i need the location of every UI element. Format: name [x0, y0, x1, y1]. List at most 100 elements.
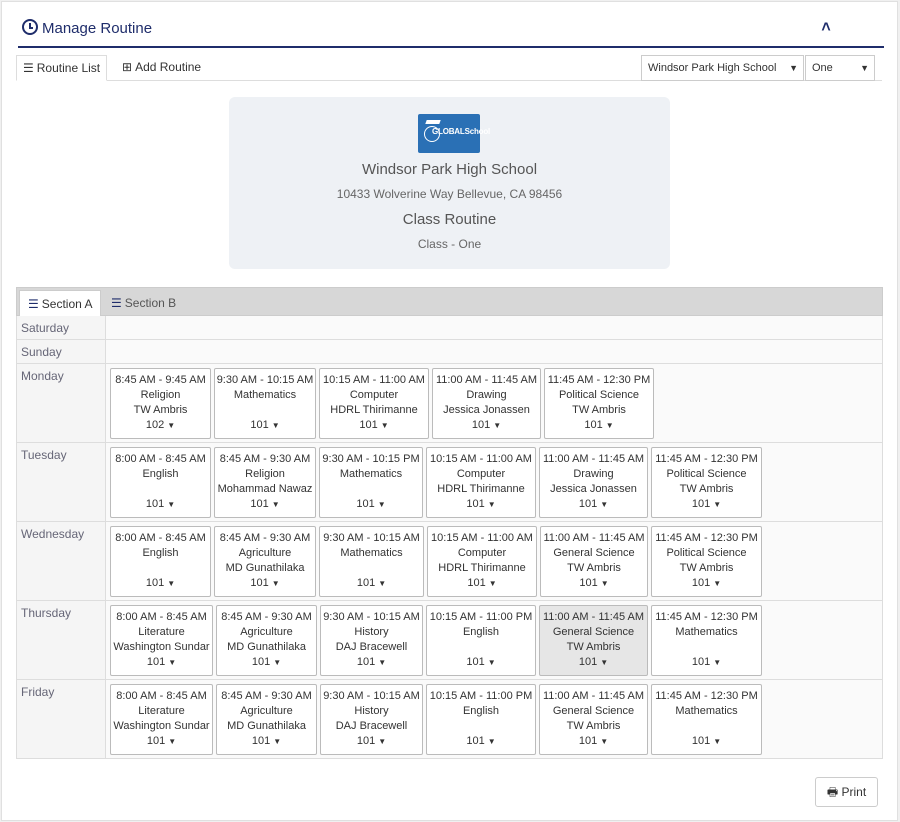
slot-room-dropdown[interactable]: 101 ▼: [540, 655, 647, 670]
tab-section-b[interactable]: ☰ Section B: [103, 290, 184, 316]
slot-room-dropdown[interactable]: 101 ▼: [427, 497, 535, 512]
routine-slot[interactable]: 8:00 AM - 8:45 AM Literature Washington Su…: [110, 605, 213, 676]
day-label: Wednesday: [17, 522, 106, 600]
routine-slot[interactable]: 8:45 AM - 9:30 AM Agriculture MD Gunathila…: [214, 526, 316, 597]
routine-slot[interactable]: 11:45 AM - 12:30 PM Mathematics 101 ▼: [651, 684, 762, 755]
slot-subject: Religion: [140, 389, 181, 401]
slot-room-dropdown[interactable]: 101 ▼: [321, 734, 422, 749]
slot-room-dropdown[interactable]: 101 ▼: [320, 576, 423, 591]
routine-slot[interactable]: 10:15 AM - 11:00 AM Computer HDRL Thiriman…: [426, 447, 536, 518]
routine-slot[interactable]: 9:30 AM - 10:15 AM Mathematics 101 ▼: [319, 526, 424, 597]
routine-slot[interactable]: 11:00 AM - 11:45 AM General Science TW Amb…: [539, 605, 648, 676]
slot-room-dropdown[interactable]: 101 ▼: [320, 497, 422, 512]
slot-room-dropdown[interactable]: 101 ▼: [433, 418, 540, 433]
routine-slot[interactable]: 8:45 AM - 9:30 AM Religion Mohammad Nawaz 1…: [214, 447, 316, 518]
slot-subject: History: [354, 705, 389, 717]
slot-subject: Mathematics: [675, 705, 738, 717]
routine-slot[interactable]: 11:45 AM - 12:30 PM Political Science TW A…: [651, 447, 762, 518]
routine-slot[interactable]: 8:45 AM - 9:45 AM Religion TW Ambris 102 ▼: [110, 368, 211, 439]
slot-room-dropdown[interactable]: 101 ▼: [652, 734, 761, 749]
slot-room-dropdown[interactable]: 101 ▼: [541, 576, 647, 591]
slot-room-dropdown[interactable]: 101 ▼: [111, 734, 212, 749]
slot-subject: Literature: [138, 705, 185, 717]
print-button[interactable]: 🖶 Print: [815, 777, 878, 807]
school-select-value: Windsor Park High School: [648, 62, 777, 74]
routine-slot[interactable]: 10:15 AM - 11:00 AM Computer HDRL Thiriman…: [319, 368, 429, 439]
slot-room-dropdown[interactable]: 101 ▼: [217, 655, 316, 670]
logo-text: GLOBALSchool: [432, 127, 491, 136]
slot-room: 101: [251, 735, 271, 747]
class-select[interactable]: One ▼: [805, 55, 875, 81]
slot-room-dropdown[interactable]: 101 ▼: [217, 734, 316, 749]
slot-room-dropdown[interactable]: 101 ▼: [215, 418, 315, 433]
slot-subject: Mathematics: [675, 626, 738, 638]
slot-room-dropdown[interactable]: 101 ▼: [111, 576, 210, 591]
routine-slot[interactable]: 11:45 AM - 12:30 PM Political Science TW A…: [651, 526, 762, 597]
slot-room-dropdown[interactable]: 101 ▼: [652, 497, 761, 512]
caret-down-icon: ▼: [600, 658, 609, 667]
slot-teacher: HDRL Thirimanne: [437, 483, 525, 495]
slot-time: 8:00 AM - 8:45 AM: [116, 690, 207, 702]
school-select[interactable]: Windsor Park High School ▼: [641, 55, 804, 81]
routine-slot[interactable]: 8:45 AM - 9:30 AM Agriculture MD Gunathila…: [216, 605, 317, 676]
school-address: 10433 Wolverine Way Bellevue, CA 98456: [336, 187, 563, 201]
slot-time: 11:00 AM - 11:45 AM: [542, 611, 645, 623]
routine-slot[interactable]: 8:00 AM - 8:45 AM English 101 ▼: [110, 447, 211, 518]
routine-slot[interactable]: 8:00 AM - 8:45 AM English 101 ▼: [110, 526, 211, 597]
routine-slot[interactable]: 11:45 AM - 12:30 PM Political Science TW A…: [544, 368, 654, 439]
slot-room-dropdown[interactable]: 101 ▼: [321, 655, 422, 670]
caret-down-icon: ▼: [600, 737, 609, 746]
slot-room: 101: [356, 656, 376, 668]
slot-time: 9:30 AM - 10:15 AM: [323, 690, 420, 702]
slot-room-dropdown[interactable]: 101 ▼: [427, 734, 535, 749]
slot-teacher: [427, 640, 535, 655]
routine-slot[interactable]: 11:00 AM - 11:45 AM Drawing Jessica Jonass…: [432, 368, 541, 439]
slot-time: 8:45 AM - 9:30 AM: [219, 453, 311, 465]
routine-slot[interactable]: 10:15 AM - 11:00 PM English 101 ▼: [426, 684, 536, 755]
slot-time: 11:45 AM - 12:30 PM: [547, 374, 651, 386]
tab-section-a[interactable]: ☰ Section A: [19, 290, 102, 316]
slot-time: 11:00 AM - 11:45 AM: [543, 532, 645, 544]
slot-room-dropdown[interactable]: 101 ▼: [540, 734, 647, 749]
slot-time: 8:45 AM - 9:30 AM: [219, 532, 311, 544]
routine-slot[interactable]: 9:30 AM - 10:15 PM Mathematics 101 ▼: [319, 447, 423, 518]
tab-label: Routine List: [36, 61, 101, 75]
slot-room-dropdown[interactable]: 102 ▼: [111, 418, 210, 433]
routine-slot[interactable]: 9:30 AM - 10:15 AM History DAJ Bracewell 10…: [320, 605, 423, 676]
day-row-saturday: Saturday: [16, 316, 883, 340]
routine-slot[interactable]: 8:45 AM - 9:30 AM Agriculture MD Gunathila…: [216, 684, 317, 755]
slot-room-dropdown[interactable]: 101 ▼: [545, 418, 653, 433]
chevron-up-icon[interactable]: ˄: [816, 18, 836, 38]
slot-room: 101: [578, 498, 598, 510]
routine-slot[interactable]: 10:15 AM - 11:00 PM English 101 ▼: [426, 605, 536, 676]
section-tabs: ☰ Section A ☰ Section B: [16, 287, 883, 316]
slot-teacher: MD Gunathilaka: [225, 562, 305, 574]
routine-slot[interactable]: 10:15 AM - 11:00 AM Computer HDRL Thiriman…: [427, 526, 537, 597]
slot-room-dropdown[interactable]: 101 ▼: [320, 418, 428, 433]
slot-room-dropdown[interactable]: 101 ▼: [652, 576, 761, 591]
slot-room-dropdown[interactable]: 101 ▼: [428, 576, 536, 591]
routine-slot[interactable]: 11:00 AM - 11:45 AM Drawing Jessica Jonass…: [539, 447, 648, 518]
routine-slot[interactable]: 9:30 AM - 10:15 AM Mathematics 101 ▼: [214, 368, 316, 439]
routine-slot[interactable]: 9:30 AM - 10:15 AM History DAJ Bracewell 10…: [320, 684, 423, 755]
slot-room-dropdown[interactable]: 101 ▼: [427, 655, 535, 670]
slot-time: 11:45 AM - 12:30 PM: [655, 690, 758, 702]
list-icon: ☰: [23, 61, 34, 75]
caret-down-icon: ▼: [378, 658, 387, 667]
slot-room-dropdown[interactable]: 101 ▼: [215, 497, 315, 512]
slot-room-dropdown[interactable]: 101 ▼: [111, 655, 212, 670]
slot-room-dropdown[interactable]: 101 ▼: [540, 497, 647, 512]
routine-slot[interactable]: 11:45 AM - 12:30 PM Mathematics 101 ▼: [651, 605, 762, 676]
routine-slot[interactable]: 11:00 AM - 11:45 AM General Science TW Amb…: [539, 684, 648, 755]
caret-down-icon: ▼: [600, 579, 609, 588]
slot-room-dropdown[interactable]: 101 ▼: [111, 497, 210, 512]
caret-down-icon: ▼: [377, 500, 386, 509]
slot-teacher: TW Ambris: [566, 641, 621, 653]
routine-slot[interactable]: 11:00 AM - 11:45 AM General Science TW Amb…: [540, 526, 648, 597]
tab-add-routine[interactable]: ⊞ Add Routine: [116, 55, 207, 81]
tab-routine-list[interactable]: ☰ Routine List: [16, 55, 108, 81]
slot-teacher: TW Ambris: [679, 562, 734, 574]
slot-room-dropdown[interactable]: 101 ▼: [215, 576, 315, 591]
slot-room-dropdown[interactable]: 101 ▼: [652, 655, 761, 670]
routine-slot[interactable]: 8:00 AM - 8:45 AM Literature Washington Su…: [110, 684, 213, 755]
